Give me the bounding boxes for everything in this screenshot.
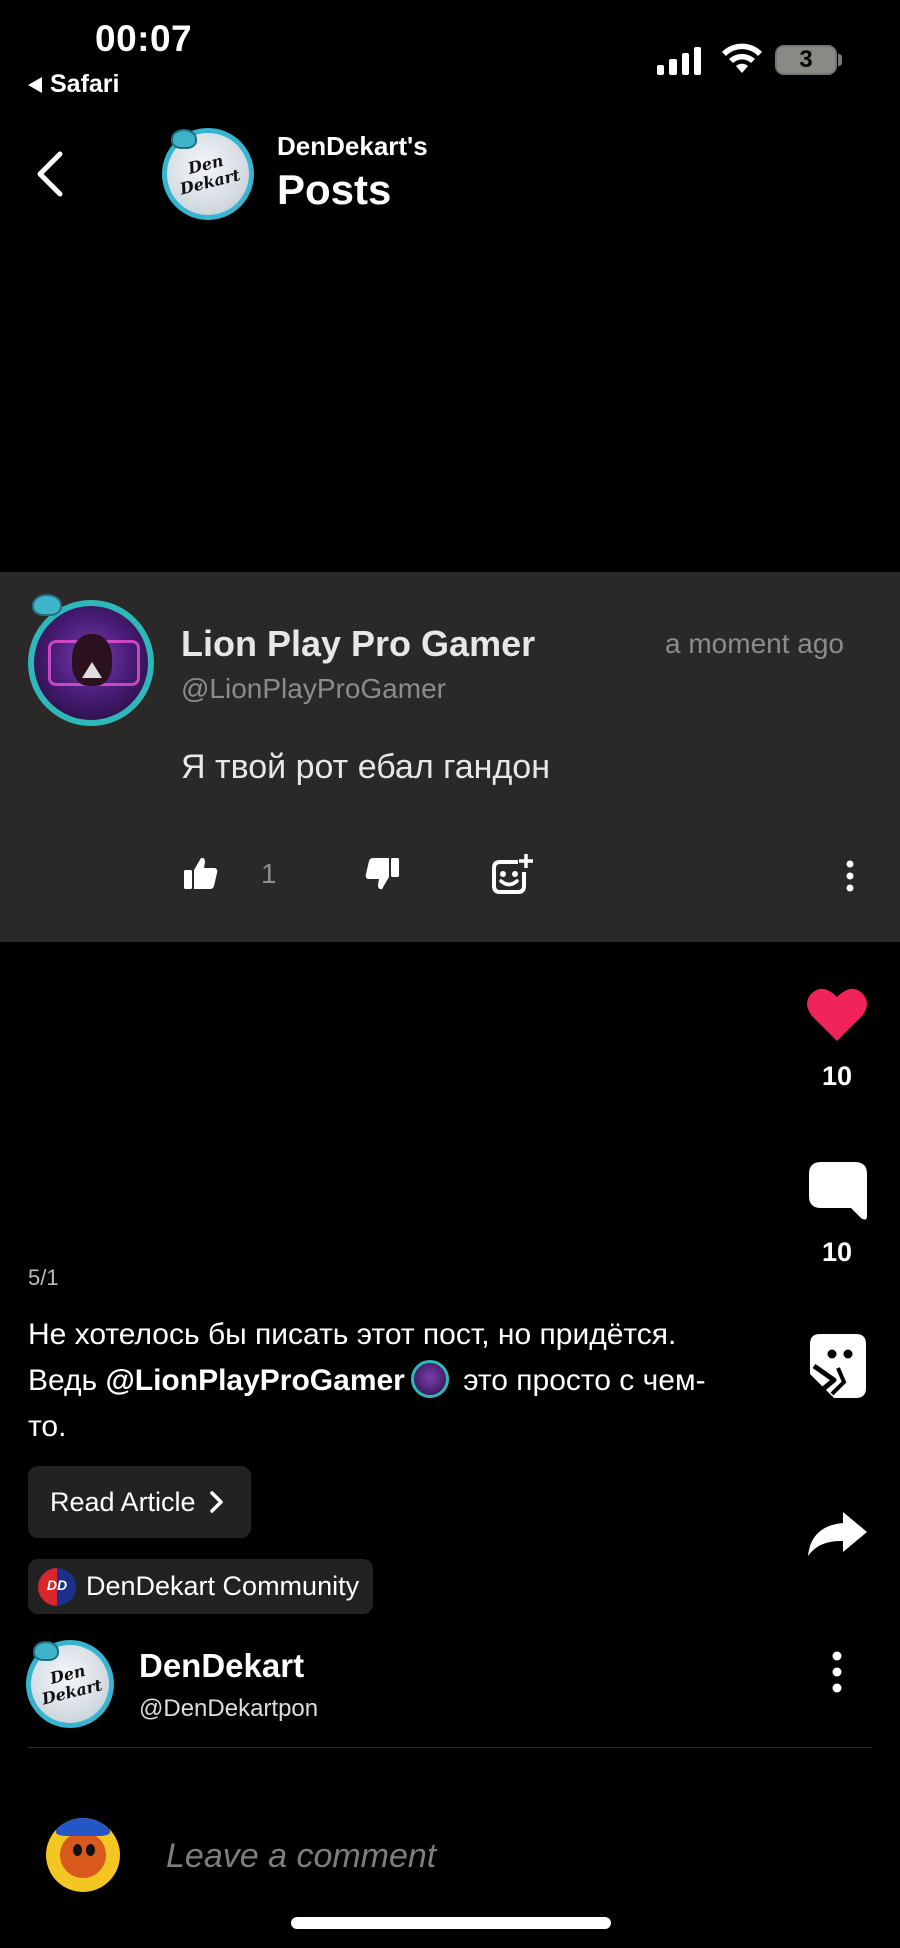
post-more-icon[interactable] — [829, 1650, 845, 1694]
repost-icon[interactable] — [808, 1332, 868, 1400]
back-chevron-icon[interactable] — [32, 148, 68, 200]
chevron-right-icon — [209, 1491, 223, 1513]
header-avatar[interactable]: Den Dekart — [162, 128, 254, 220]
read-article-button[interactable]: Read Article — [28, 1466, 251, 1538]
thumbs-down-icon[interactable] — [364, 856, 400, 892]
commenter-handle: @LionPlayProGamer — [181, 673, 446, 704]
comment-input[interactable] — [166, 1834, 766, 1878]
wifi-icon — [722, 43, 762, 73]
add-reaction-icon[interactable] — [490, 852, 534, 896]
back-triangle-icon — [28, 76, 42, 93]
avatar-hat-icon — [32, 594, 62, 616]
mention-avatar — [410, 1360, 449, 1398]
battery-icon: 3 — [775, 45, 837, 75]
header-subtitle: DenDekart's — [277, 131, 428, 161]
commenter-avatar[interactable] — [28, 600, 154, 726]
community-chip[interactable]: DD DenDekart Community — [28, 1559, 374, 1614]
comment-timestamp: a moment ago — [665, 628, 844, 659]
back-to-safari-link[interactable]: Safari — [28, 70, 119, 99]
like-count: 10 — [821, 1061, 853, 1091]
avatar-hat-icon — [33, 1641, 59, 1661]
signal-icon — [657, 43, 701, 75]
page-title: Posts — [277, 166, 392, 213]
page-indicator: 5/1 — [28, 1265, 59, 1290]
comment-text: Я твой рот ебал гандон — [181, 748, 550, 786]
divider — [28, 1747, 872, 1748]
community-logo: DD — [38, 1567, 76, 1606]
thumbs-up-icon[interactable] — [183, 855, 219, 891]
back-app-label: Safari — [50, 70, 120, 98]
battery-nub — [838, 54, 842, 66]
author-avatar[interactable]: Den Dekart — [26, 1640, 114, 1728]
comment-more-icon[interactable] — [838, 858, 862, 894]
mention-link[interactable]: @LionPlayProGamer — [106, 1364, 405, 1397]
post-text: Не хотелось бы писать этот пост, но прид… — [28, 1312, 728, 1450]
comment-count: 10 — [821, 1237, 853, 1267]
comment-bubble-icon[interactable] — [807, 1160, 869, 1222]
status-time: 00:07 — [95, 18, 193, 59]
heart-icon[interactable] — [806, 985, 868, 1043]
comment-like-count: 1 — [261, 858, 277, 889]
community-logo-text: DD — [46, 1576, 68, 1593]
community-name: DenDekart Community — [86, 1571, 360, 1601]
user-avatar — [46, 1818, 120, 1892]
avatar-hat-icon — [171, 129, 197, 149]
author-handle: @DenDekartpon — [139, 1695, 319, 1722]
home-indicator[interactable] — [291, 1917, 611, 1929]
read-article-label: Read Article — [50, 1486, 196, 1517]
commenter-name[interactable]: Lion Play Pro Gamer — [181, 623, 535, 665]
author-name[interactable]: DenDekart — [139, 1647, 304, 1685]
share-arrow-icon[interactable] — [805, 1510, 869, 1558]
